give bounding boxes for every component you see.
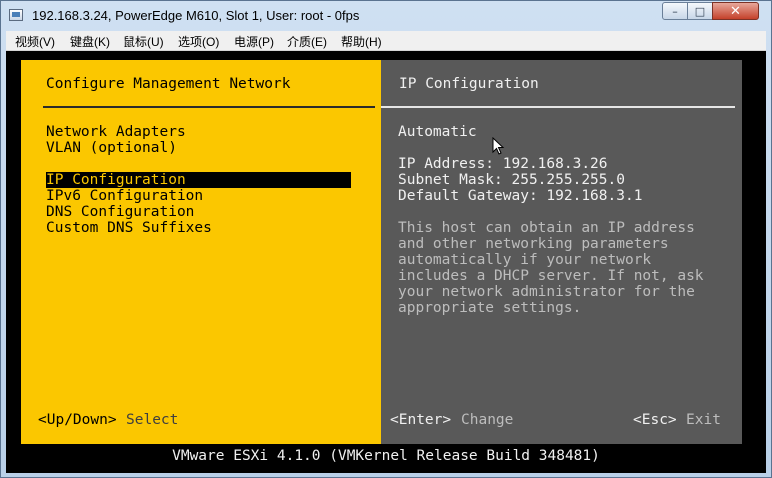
menu-panel: Configure Management Network Network Ada… [21,60,381,444]
menu-item-custom-dns-suffixes[interactable]: Custom DNS Suffixes [46,220,212,236]
menu-mouse[interactable]: 鼠标(U) [123,33,164,50]
hint-esc-key: <Esc> [633,412,677,428]
ip-mode: Automatic [398,124,477,140]
menu-keyboard[interactable]: 键盘(K) [70,33,110,50]
hint-select-action: Select [126,412,179,428]
window-title: 192.168.3.24, PowerEdge M610, Slot 1, Us… [32,8,360,23]
remote-console-screen[interactable]: Configure Management Network Network Ada… [6,51,766,473]
menu-bar: 视频(V) 键盘(K) 鼠标(U) 选项(O) 电源(P) 介质(E) 帮助(H… [6,31,766,51]
description-line: includes a DHCP server. If not, ask [398,268,704,284]
menu-help[interactable]: 帮助(H) [341,33,382,50]
divider [43,106,375,108]
minimize-button[interactable]: – [662,2,688,20]
close-icon: ✕ [730,3,741,19]
menu-item-vlan[interactable]: VLAN (optional) [46,140,177,156]
description-line: your network administrator for the [398,284,695,300]
hint-updown-key: <Up/Down> [38,412,117,428]
hint-enter-key: <Enter> [390,412,452,428]
menu-item-ip-configuration[interactable]: IP Configuration [46,172,351,188]
console-window: 192.168.3.24, PowerEdge M610, Slot 1, Us… [0,0,772,478]
detail-panel: IP Configuration Automatic IP Address: 1… [381,60,742,444]
minimize-icon: – [672,4,678,18]
close-button[interactable]: ✕ [712,2,759,20]
menu-power[interactable]: 电源(P) [234,33,274,50]
description-line: and other networking parameters [398,236,669,252]
console-window-icon [9,9,23,21]
divider [381,106,735,108]
description-line: appropriate settings. [398,300,582,316]
hint-change-action: Change [461,412,514,428]
menu-item-network-adapters[interactable]: Network Adapters [46,124,186,140]
menu-video[interactable]: 视频(V) [15,33,55,50]
mouse-pointer-icon [492,137,505,155]
menu-item-dns-configuration[interactable]: DNS Configuration [46,204,194,220]
menu-options[interactable]: 选项(O) [178,33,219,50]
maximize-icon: □ [694,4,706,18]
footer-build-info: VMware ESXi 4.1.0 (VMKernel Release Buil… [172,448,600,464]
ip-address: IP Address: 192.168.3.26 [398,156,608,172]
default-gateway: Default Gateway: 192.168.3.1 [398,188,643,204]
menu-media[interactable]: 介质(E) [287,33,327,50]
title-bar[interactable]: 192.168.3.24, PowerEdge M610, Slot 1, Us… [1,1,771,31]
subnet-mask: Subnet Mask: 255.255.255.0 [398,172,625,188]
hint-exit-action: Exit [686,412,721,428]
menu-item-ipv6-configuration[interactable]: IPv6 Configuration [46,188,203,204]
description-line: This host can obtain an IP address [398,220,695,236]
maximize-button[interactable]: □ [687,2,713,20]
description-line: automatically if your network [398,252,652,268]
status-footer: VMware ESXi 4.1.0 (VMKernel Release Buil… [6,444,766,473]
detail-panel-title: IP Configuration [399,76,539,92]
menu-panel-title: Configure Management Network [46,76,291,92]
